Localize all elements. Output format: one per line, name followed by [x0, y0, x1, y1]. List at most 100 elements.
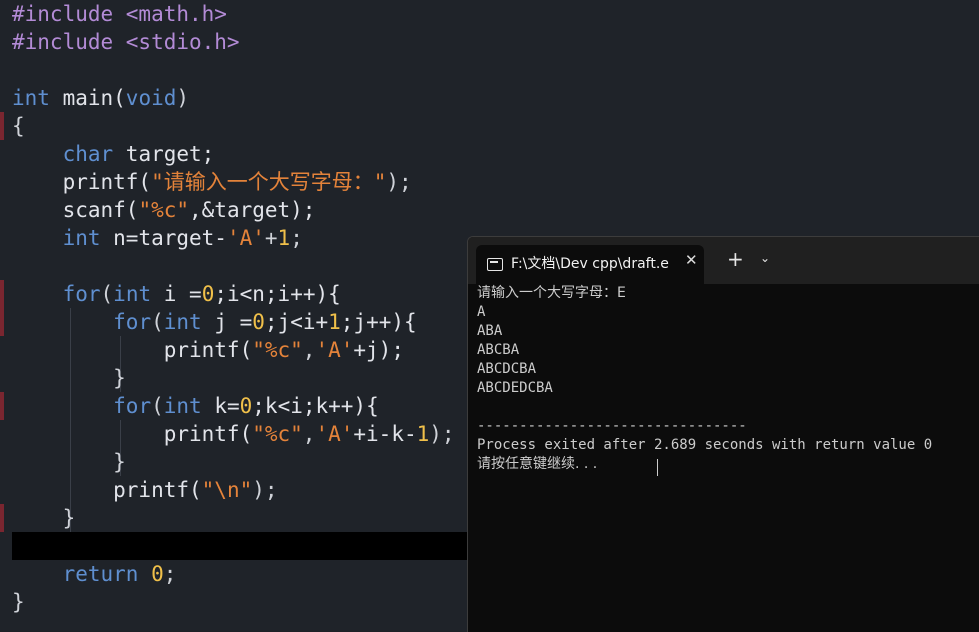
code-token: 0 [201, 282, 215, 306]
code-token: } [12, 590, 25, 614]
terminal-output-line: 请按任意键继续. . . [477, 456, 598, 472]
code-line[interactable]: #include <stdio.h> [12, 28, 240, 56]
code-token: , [302, 338, 316, 362]
code-token: k= [201, 394, 240, 418]
terminal-tab[interactable]: F:\文档\Dev cpp\draft.e ✕ [476, 245, 704, 284]
code-token: ;k<i;k++){ [252, 394, 379, 418]
code-line[interactable]: printf("%c",'A'+j); [12, 336, 404, 364]
code-token: n=target- [100, 226, 227, 250]
code-token: , [302, 422, 316, 446]
terminal-output-line: A [477, 304, 486, 320]
code-token: printf( [12, 422, 253, 446]
code-token: ,&target); [189, 198, 316, 222]
gutter-marker [0, 112, 4, 140]
code-token: ( [151, 394, 164, 418]
code-token: ;j<i+ [264, 310, 329, 334]
code-token: i = [151, 282, 202, 306]
code-token: ( [100, 282, 114, 306]
code-token: 'A' [315, 338, 354, 362]
terminal-output-line: Process exited after 2.689 seconds with … [477, 437, 933, 453]
code-line[interactable]: #include <math.h> [12, 0, 227, 28]
code-token: int [163, 310, 202, 334]
code-token: #include <stdio.h> [12, 30, 240, 54]
code-token: 1 [416, 422, 430, 446]
code-token: } [12, 366, 126, 390]
code-token: } [12, 450, 126, 474]
terminal-output-line: -------------------------------- [477, 418, 747, 434]
code-line[interactable]: for(int i =0;i<n;i++){ [12, 280, 341, 308]
code-token: printf( [12, 478, 202, 502]
code-token: "%c" [252, 422, 303, 446]
code-token: for [113, 310, 152, 334]
code-token: main( [49, 86, 126, 110]
code-line[interactable]: int n=target-'A'+1; [12, 224, 303, 252]
code-token: 'A' [226, 226, 265, 250]
code-token: 0 [239, 394, 253, 418]
terminal-icon [487, 258, 503, 271]
current-line-highlight [12, 532, 482, 560]
code-token: int [113, 282, 152, 306]
gutter-marker [0, 392, 4, 420]
code-line[interactable]: } [12, 504, 76, 532]
terminal-output-line: ABCBA [477, 342, 520, 358]
code-line[interactable]: for(int k=0;k<i;k++){ [12, 392, 379, 420]
code-token: return [62, 562, 139, 586]
code-token: ;i<n;i++){ [214, 282, 341, 306]
code-line[interactable]: return 0; [12, 560, 177, 588]
code-line[interactable]: int main(void) [12, 84, 189, 112]
code-token: for [62, 282, 101, 306]
code-token: int [163, 394, 202, 418]
terminal-window[interactable]: F:\文档\Dev cpp\draft.e ✕ + ⌄ 请输入一个大写字母：E A… [467, 236, 979, 632]
code-line[interactable]: printf("请输入一个大写字母："); [12, 168, 412, 196]
terminal-output-line: ABCDEDCBA [477, 380, 553, 396]
code-token: "请输入一个大写字母：" [151, 170, 387, 194]
code-token: ); [429, 422, 455, 446]
code-token: +i-k- [353, 422, 417, 446]
code-token: for [113, 394, 152, 418]
code-token: 0 [252, 310, 265, 334]
code-token: 1 [328, 310, 341, 334]
code-line[interactable]: } [12, 448, 126, 476]
code-token: { [12, 114, 25, 138]
close-icon[interactable]: ✕ [685, 251, 698, 269]
code-line[interactable]: } [12, 364, 126, 392]
terminal-output-line: ABCDCBA [477, 361, 537, 377]
code-token: printf( [12, 170, 152, 194]
code-line[interactable]: { [12, 112, 25, 140]
code-line[interactable]: scanf("%c",&target); [12, 196, 316, 224]
gutter-marker [0, 504, 4, 532]
chevron-down-icon[interactable]: ⌄ [760, 251, 770, 265]
code-token: 0 [151, 562, 164, 586]
new-tab-button[interactable]: + [727, 247, 744, 271]
code-token: #include <math.h> [12, 2, 227, 26]
code-token: + [264, 226, 278, 250]
code-token: target; [113, 142, 215, 166]
code-token: j = [201, 310, 253, 334]
code-token: int [62, 226, 101, 250]
code-token: 'A' [315, 422, 354, 446]
code-token: printf( [12, 338, 253, 362]
gutter-markers [0, 112, 6, 532]
code-line[interactable]: printf("%c",'A'+i-k-1); [12, 420, 455, 448]
code-line[interactable]: printf("\n"); [12, 476, 278, 504]
terminal-output-line: ABA [477, 323, 503, 339]
code-token: "%c" [252, 338, 303, 362]
code-line[interactable]: char target; [12, 140, 215, 168]
code-token: ) [176, 86, 190, 110]
code-line[interactable]: for(int j =0;j<i+1;j++){ [12, 308, 417, 336]
tab-title: F:\文档\Dev cpp\draft.e [511, 256, 669, 272]
terminal-titlebar[interactable]: F:\文档\Dev cpp\draft.e ✕ + ⌄ [468, 237, 979, 284]
code-token: ); [252, 478, 278, 502]
code-token: 1 [277, 226, 291, 250]
code-token: char [62, 142, 114, 166]
terminal-output-line: 请输入一个大写字母：E [477, 285, 626, 301]
code-line[interactable]: } [12, 588, 25, 616]
code-token: ; [290, 226, 303, 250]
text-cursor [657, 459, 658, 476]
code-token: "\n" [201, 478, 253, 502]
